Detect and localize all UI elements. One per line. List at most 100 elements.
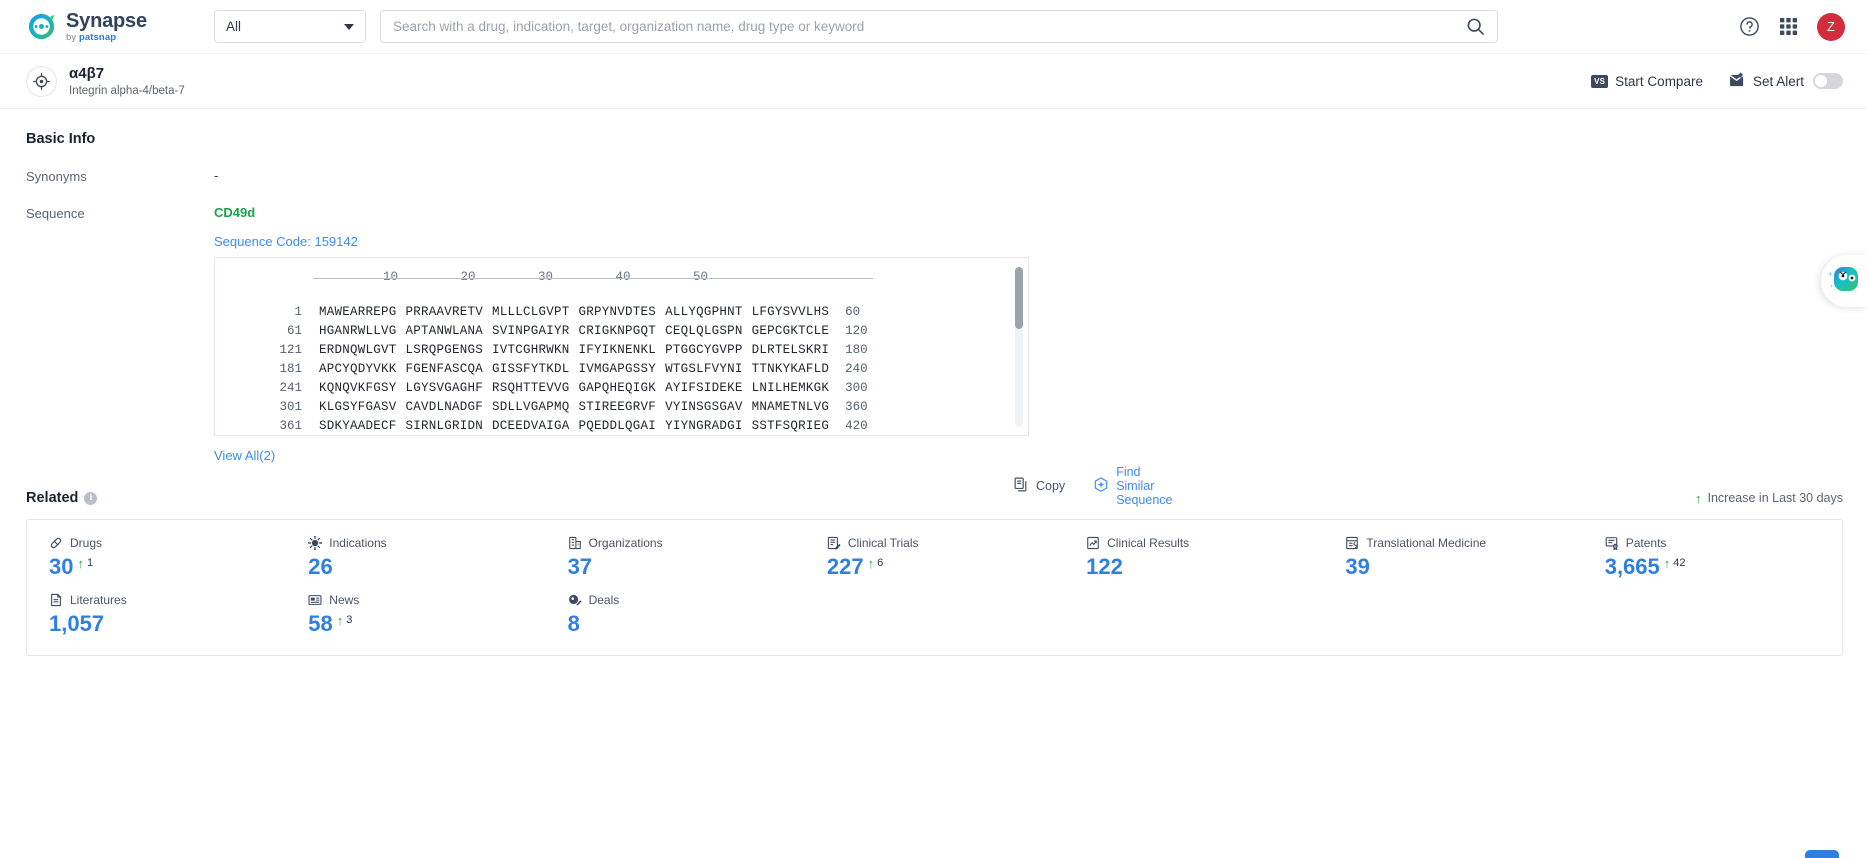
sequence-chunk: MAWEARREPG [319, 304, 397, 319]
grid-apps-icon[interactable] [1779, 17, 1798, 36]
sequence-row: 181 APCYQDYVKK FGENFASCQA GISSFYTKDL IVMGAPG… [215, 359, 1028, 378]
target-subheader: α4β7 Integrin alpha-4/beta-7 VS Start Co… [0, 54, 1867, 109]
ai-assistant-button[interactable] [1821, 255, 1867, 307]
search-scope-select[interactable]: All [214, 10, 366, 43]
sequence-label: Sequence [26, 206, 85, 221]
sequence-scrollbar[interactable] [1015, 267, 1023, 427]
sequence-ruler: 10 20 30 40 50 [215, 270, 1028, 292]
clinical-trial-icon [827, 536, 841, 550]
related-stat-translational-medicine[interactable]: Translational Medicine 39 [1323, 536, 1582, 579]
news-icon [308, 593, 322, 607]
related-stat-literatures[interactable]: Literatures 1,057 [27, 593, 286, 636]
search-input[interactable] [393, 19, 1466, 34]
related-stat-value-wrap: 122 [1086, 554, 1323, 579]
related-stat-indications[interactable]: Indications 26 [286, 536, 545, 579]
related-stat-patents[interactable]: Patents 3,665 ↑ 42 [1583, 536, 1842, 579]
sequence-chunk: AYIFSIDEKE [665, 380, 743, 395]
search-icon[interactable] [1466, 17, 1485, 36]
sequence-scrollbar-thumb[interactable] [1015, 267, 1023, 329]
sequence-row-residues: KLGSYFGASV CAVDLNADGF SDLLVGAPMQ STIREEGRVF… [319, 400, 829, 414]
start-compare-button[interactable]: VS Start Compare [1591, 74, 1703, 89]
sequence-chunk: LNILHEMKGK [751, 380, 830, 395]
help-circle-icon[interactable] [1739, 16, 1760, 37]
sequence-row: 61 HGANRWLLVG APTANWLANA SVINPGAIYR CRIGKNPG… [215, 321, 1028, 340]
set-alert-label: Set Alert [1752, 73, 1804, 89]
sequence-chunk: SSTFSQRIEG [751, 418, 830, 433]
related-stat-deals[interactable]: Deals 8 [546, 593, 805, 636]
target-crosshair-icon [26, 65, 57, 97]
sequence-row-end: 60 [845, 304, 861, 319]
brand-name: Synapse [66, 9, 147, 32]
sequence-chunk: IVMGAPGSSY [578, 361, 657, 376]
related-stat-value-wrap: 30 ↑ 1 [49, 554, 286, 579]
related-stat-value-wrap: 8 [568, 611, 805, 636]
bottom-tab-stub[interactable] [1805, 850, 1839, 858]
capsule-icon [49, 536, 63, 550]
related-stat-clinical-trials[interactable]: Clinical Trials 227 ↑ 6 [805, 536, 1064, 579]
related-stat-header: Translational Medicine [1345, 536, 1582, 550]
sequence-chunk: SVINPGAIYR [492, 323, 570, 338]
sequence-row-start: 301 [279, 399, 302, 414]
related-legend-label: Increase in Last 30 days [1707, 491, 1844, 505]
sequence-chunk: GEPCGKTCLE [751, 323, 830, 338]
sequence-row-start: 241 [279, 380, 302, 395]
sequence-chunk: CAVDLNADGF [405, 399, 484, 414]
sequence-chunk: GRPYNVDTES [578, 304, 657, 319]
info-icon[interactable]: i [84, 491, 98, 505]
related-stat-value: 122 [1086, 554, 1123, 579]
related-stat-header: Organizations [568, 536, 805, 550]
start-compare-label: Start Compare [1615, 73, 1703, 89]
view-all-link[interactable]: View All(2) [214, 448, 275, 463]
copy-button[interactable]: Copy [1014, 477, 1065, 495]
related-stat-organizations[interactable]: Organizations 37 [546, 536, 805, 579]
arrow-up-icon: ↑ [1695, 490, 1702, 506]
sequence-chunk: CRIGKNPGQT [578, 323, 657, 338]
lab-doc-icon [1345, 536, 1359, 550]
brand-logo[interactable]: Synapse by patsnap [26, 11, 186, 43]
related-stat-value: 8 [567, 611, 580, 637]
global-search-bar[interactable] [380, 10, 1498, 43]
arrow-up-icon: ↑ [867, 556, 875, 571]
synonyms-value: - [214, 168, 219, 183]
sequence-ruler-tick: 50 [693, 270, 709, 284]
related-stat-value: 1,057 [49, 611, 105, 637]
subheader-actions: VS Start Compare Set Alert [1591, 72, 1843, 90]
sequence-chunk: SDKYAADECF [319, 418, 397, 433]
related-stat-news[interactable]: News 58 ↑ 3 [286, 593, 545, 636]
sequence-row-start: 61 [286, 323, 302, 338]
sequence-row-end: 240 [845, 361, 868, 376]
related-stat-clinical-results[interactable]: Clinical Results 122 [1064, 536, 1323, 579]
related-stat-value: 58 [308, 611, 333, 637]
sequence-row-residues: KQNQVKFGSY LGYSVGAGHF RSQHTTEVVG GAPQHEQIGK… [319, 381, 829, 395]
synonyms-label: Synonyms [26, 169, 87, 184]
user-avatar[interactable]: Z [1817, 12, 1845, 41]
sequence-chunk: MNAMETNLVG [751, 399, 830, 414]
top-header-bar: Synapse by patsnap All Search with a dru… [0, 0, 1867, 54]
sequence-row: 241 KQNQVKFGSY LGYSVGAGHF RSQHTTEVVG GAPQHEQ… [215, 378, 1028, 397]
synonyms-row: Synonyms - [26, 168, 1841, 184]
sequence-code-link[interactable]: Sequence Code: 159142 [214, 234, 1029, 249]
related-stat-drugs[interactable]: Drugs 30 ↑ 1 [27, 536, 286, 579]
related-stat-label: Patents [1625, 536, 1667, 550]
basic-info-title: Basic Info [26, 131, 96, 147]
literature-icon [49, 593, 63, 607]
building-icon [568, 536, 582, 550]
chevron-down-icon [344, 23, 354, 30]
related-stat-value-wrap: 39 [1345, 554, 1582, 579]
related-stat-header: Deals [568, 593, 805, 607]
sequence-row-end: 180 [845, 342, 868, 357]
set-alert-control[interactable]: Set Alert [1729, 72, 1843, 90]
set-alert-toggle[interactable] [1813, 73, 1843, 89]
related-stat-header: Drugs [49, 536, 286, 550]
sequence-row-end: 360 [845, 399, 868, 414]
sequence-chunk: CEQLQLGSPN [665, 323, 743, 338]
page-title: α4β7 [69, 65, 105, 83]
sequence-toolbar: Copy Find Similar Sequence [1014, 465, 1173, 507]
related-stat-delta-value: 1 [86, 557, 94, 569]
sequence-ruler-tick: 10 [383, 270, 399, 284]
sequence-rows: 1 MAWEARREPG PRRAAVRETV MLLLCLGVPT GRPYNVDTE… [215, 302, 1028, 435]
sequence-chunk: APTANWLANA [405, 323, 484, 338]
related-stat-label: News [329, 593, 360, 608]
related-stat-header: Clinical Trials [827, 536, 1064, 550]
find-similar-sequence-button[interactable]: Find Similar Sequence [1093, 465, 1173, 507]
